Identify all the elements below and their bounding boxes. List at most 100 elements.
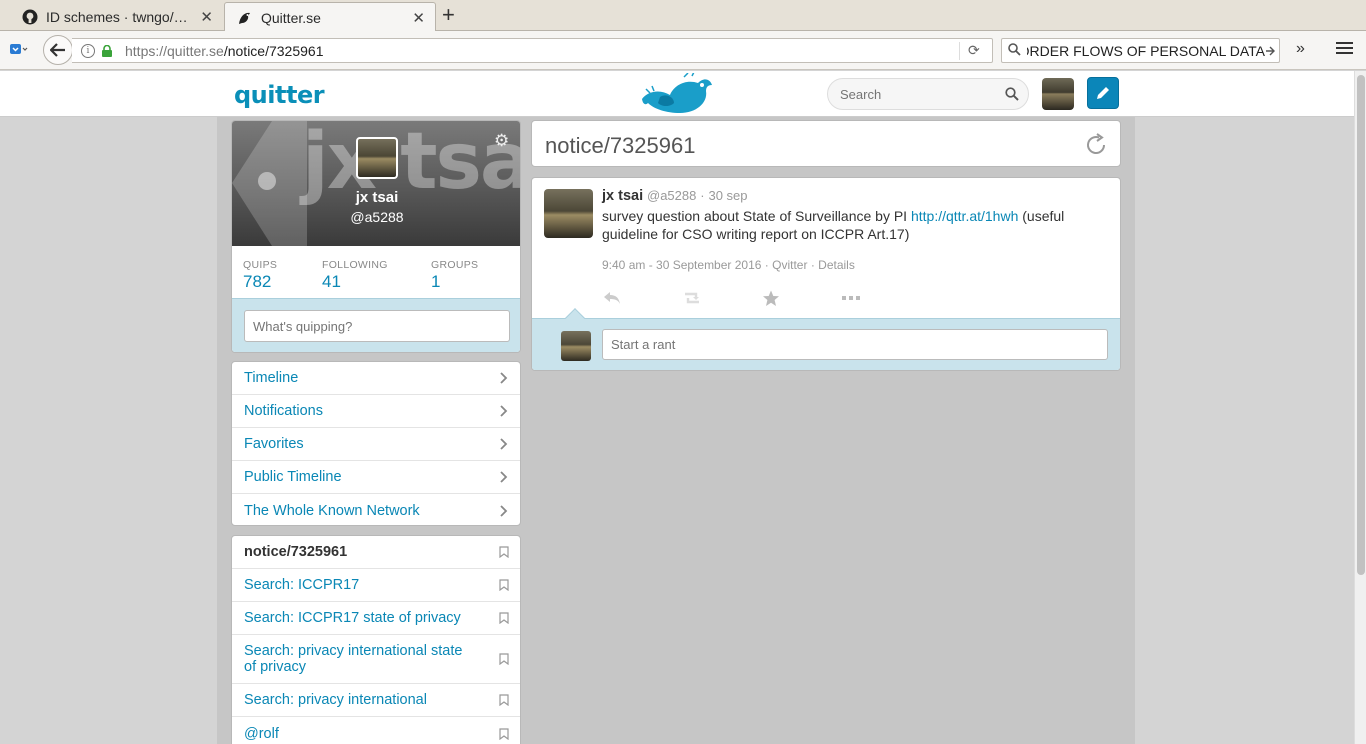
notice-author-name[interactable]: jx tsai [602, 188, 643, 204]
quip-input[interactable] [244, 310, 510, 342]
bookmark-item[interactable]: Search: privacy international state of p… [232, 635, 520, 684]
avatar [561, 331, 591, 361]
notice-text: survey question about State of Surveilla… [602, 207, 1102, 243]
stat-groups[interactable]: GROUPS 1 [420, 246, 520, 298]
bookmark-icon[interactable] [499, 694, 509, 706]
url-bar[interactable]: i https://quitter.se/notice/7325961 ⟳ [72, 38, 993, 63]
bookmark-item[interactable]: @rolf [232, 717, 520, 744]
chevron-right-icon [500, 405, 508, 417]
tab-quitter[interactable]: Quitter.se ✕ [224, 2, 436, 32]
profile-avatar[interactable] [356, 137, 398, 179]
chevron-right-icon [500, 471, 508, 483]
notice-info: 9:40 am - 30 September 2016 · Qvitter · … [602, 258, 855, 272]
notice-separator: · [700, 188, 705, 203]
overflow-chevron-icon[interactable]: » [1296, 40, 1305, 58]
stat-label: GROUPS [431, 259, 479, 271]
site-topbar: quitter [0, 71, 1354, 117]
quitter-bird-logo-icon[interactable] [640, 73, 714, 115]
tab-github[interactable]: ID schemes · twngo/… ✕ [10, 2, 223, 31]
bookmark-item[interactable]: Search: privacy international [232, 684, 520, 717]
pocket-icon[interactable] [10, 43, 28, 57]
search-icon[interactable] [1005, 87, 1019, 101]
menu-item-timeline[interactable]: Timeline [232, 362, 520, 395]
site-info-icon[interactable]: i [81, 43, 95, 58]
search-icon [1008, 42, 1021, 59]
bookmark-label: Search: ICCPR17 [244, 577, 360, 593]
refresh-icon[interactable] [1084, 133, 1108, 157]
bookmark-icon[interactable] [499, 727, 509, 740]
stat-value: 1 [431, 272, 441, 291]
menu-item-whole-known-network[interactable]: The Whole Known Network [232, 494, 520, 525]
more-dots-icon [842, 296, 860, 300]
browser-search-value: BORDER FLOWS OF PERSONAL DATA [1027, 42, 1265, 59]
reply-icon [604, 292, 620, 304]
notice-date[interactable]: 30 sep [708, 188, 747, 203]
menu-icon[interactable] [1336, 42, 1353, 56]
content-area: jx tsai ⚙ jx tsai @a5288 QUIPS 782 FOLLO… [217, 117, 1135, 744]
menu-item-label: Timeline [244, 370, 299, 386]
bookmark-icon[interactable] [499, 612, 509, 624]
menu-item-public-timeline[interactable]: Public Timeline [232, 461, 520, 494]
close-tab-icon[interactable]: ✕ [200, 8, 213, 26]
site-search-input[interactable] [840, 86, 1005, 102]
notice-details-link[interactable]: Details [818, 258, 855, 272]
profile-stats: QUIPS 782 FOLLOWING 41 GROUPS 1 [232, 246, 520, 298]
repeat-button[interactable] [682, 288, 762, 308]
stat-value: 41 [322, 272, 341, 291]
stream-header: notice/7325961 [531, 120, 1121, 167]
menu-item-label: The Whole Known Network [244, 502, 420, 519]
page-scrollbar[interactable] [1354, 71, 1366, 744]
reply-input[interactable] [602, 329, 1108, 360]
browser-tab-strip: ID schemes · twngo/… ✕ Quitter.se ✕ + [0, 0, 1366, 32]
lock-icon[interactable] [101, 44, 113, 57]
tab-label: Quitter.se [261, 9, 321, 26]
bookmark-icon[interactable] [499, 546, 509, 558]
menu-item-notifications[interactable]: Notifications [232, 395, 520, 428]
chevron-right-icon [500, 504, 508, 517]
notice-header: jx tsai @a5288 · 30 sep [602, 187, 748, 204]
bookmark-item[interactable]: notice/7325961 [232, 536, 520, 569]
github-icon [22, 9, 38, 25]
notice-link[interactable]: http://qttr.at/1hwh [911, 208, 1018, 224]
bookmark-icon[interactable] [499, 653, 509, 665]
browser-search-box[interactable]: BORDER FLOWS OF PERSONAL DATA [1001, 38, 1280, 63]
bookmark-label: @rolf [244, 725, 279, 742]
gear-icon[interactable]: ⚙ [494, 131, 509, 151]
avatar[interactable] [1042, 78, 1074, 110]
profile-card: jx tsai ⚙ jx tsai @a5288 QUIPS 782 FOLLO… [231, 120, 521, 353]
info-separator: · [810, 258, 815, 272]
tab-label: ID schemes · twngo/… [46, 8, 188, 25]
reload-icon[interactable]: ⟳ [968, 42, 992, 59]
bookmark-label: notice/7325961 [244, 544, 348, 560]
scrollbar-thumb[interactable] [1357, 75, 1365, 575]
compose-button[interactable] [1087, 77, 1119, 109]
reply-button[interactable] [602, 288, 682, 308]
menu-item-favorites[interactable]: Favorites [232, 428, 520, 461]
profile-name[interactable]: jx tsai [232, 189, 520, 206]
stat-following[interactable]: FOLLOWING 41 [311, 246, 420, 298]
bookmark-icon[interactable] [499, 579, 509, 591]
notice-timestamp[interactable]: 9:40 am - 30 September 2016 [602, 258, 761, 272]
notice-avatar[interactable] [544, 189, 593, 238]
bookmark-item[interactable]: Search: ICCPR17 [232, 569, 520, 602]
more-button[interactable] [842, 288, 922, 308]
notice-source[interactable]: Qvitter [772, 258, 807, 272]
stat-value: 782 [243, 272, 272, 291]
pencil-icon [1097, 87, 1109, 99]
search-go-icon[interactable] [1265, 43, 1275, 59]
chevron-right-icon [500, 372, 508, 384]
site-logo[interactable]: quitter [234, 81, 325, 109]
chevron-right-icon [500, 438, 508, 450]
back-button[interactable] [43, 35, 73, 65]
favorite-button[interactable] [762, 288, 842, 308]
profile-handle: @a5288 [350, 209, 404, 225]
site-search[interactable] [827, 78, 1029, 110]
bookmark-item[interactable]: Search: ICCPR17 state of privacy [232, 602, 520, 635]
stat-label: FOLLOWING [322, 259, 388, 271]
back-arrow-icon [50, 43, 65, 57]
close-tab-icon[interactable]: ✕ [412, 9, 425, 27]
notice-text-start: survey question about State of Surveilla… [602, 208, 911, 224]
stat-quips[interactable]: QUIPS 782 [232, 246, 311, 298]
bookmark-label: Search: privacy international state of p… [244, 643, 463, 675]
new-tab-icon[interactable]: + [442, 4, 455, 26]
